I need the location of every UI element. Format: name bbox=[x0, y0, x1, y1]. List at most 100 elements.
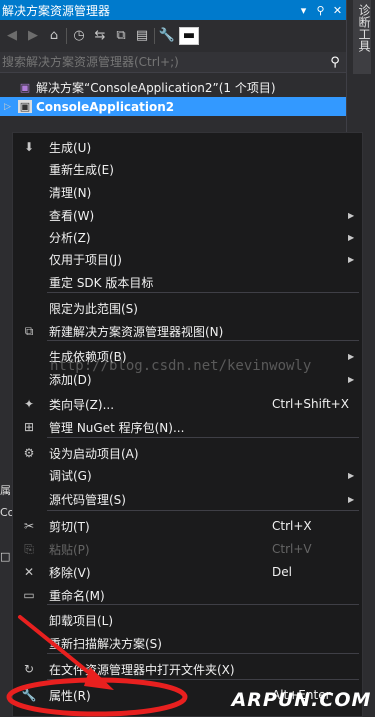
menu-item-label: 设为启动项目(A) bbox=[49, 446, 139, 461]
gear-icon: ⚙ bbox=[23, 446, 35, 460]
toolbar-separator bbox=[154, 28, 155, 44]
menu-item-label: 清理(N) bbox=[49, 185, 92, 200]
cut-icon: ✂ bbox=[23, 519, 35, 533]
menu-item[interactable]: ▭ 重命名(M) bbox=[13, 584, 362, 606]
menu-separator bbox=[47, 510, 359, 511]
menu-item[interactable]: 重新生成(E) bbox=[13, 158, 362, 180]
menu-item[interactable]: 调试(G) ▶ bbox=[13, 464, 362, 486]
menu-item: ⎘ 粘贴(P) Ctrl+V bbox=[13, 538, 362, 560]
back-icon[interactable]: ◀ bbox=[3, 27, 21, 45]
menu-item-label: 粘贴(P) bbox=[49, 542, 90, 557]
search-icon[interactable]: ⚲ bbox=[324, 55, 346, 70]
solution-label: 解决方案“ConsoleApplication2”(1 个项目) bbox=[36, 81, 276, 95]
preview-toggle-icon[interactable]: ▬ bbox=[179, 27, 199, 45]
menu-item-label: 属性(R) bbox=[49, 688, 91, 703]
menu-item[interactable]: 重定 SDK 版本目标 bbox=[13, 271, 362, 293]
properties-wrench-icon[interactable]: 🔧 bbox=[158, 27, 176, 45]
diagnostic-tools-tab[interactable]: 诊断工具 bbox=[353, 0, 371, 74]
menu-item-label: 重新生成(E) bbox=[49, 162, 114, 177]
menu-item-label: 卸载项目(L) bbox=[49, 613, 114, 628]
menu-item-shortcut: Ctrl+X bbox=[272, 519, 312, 533]
new-view-icon: ⧉ bbox=[24, 323, 34, 338]
forward-icon[interactable]: ▶ bbox=[24, 27, 42, 45]
sync-icon[interactable]: ⇆ bbox=[91, 27, 109, 45]
menu-item-label: 调试(G) bbox=[49, 468, 92, 483]
menu-item-label: 在文件资源管理器中打开文件夹(X) bbox=[49, 662, 235, 677]
paste-icon: ⎘ bbox=[24, 541, 34, 556]
menu-item[interactable]: ⚙ 设为启动项目(A) bbox=[13, 442, 362, 464]
search-input[interactable] bbox=[0, 55, 324, 69]
panel-titlebar: 解决方案资源管理器 ▾ ⚲ ✕ bbox=[0, 0, 346, 20]
submenu-arrow-icon: ▶ bbox=[348, 374, 355, 384]
menu-item-label: 仅用于项目(J) bbox=[49, 252, 122, 267]
rename-icon: ▭ bbox=[23, 588, 35, 602]
menu-item[interactable]: 源代码管理(S) ▶ bbox=[13, 488, 362, 510]
menu-item-label: 重定 SDK 版本目标 bbox=[49, 275, 154, 290]
menu-item-shortcut: Del bbox=[272, 565, 292, 579]
menu-item-label: 剪切(T) bbox=[49, 519, 90, 534]
collapse-all-icon[interactable]: ⧉ bbox=[112, 27, 130, 45]
menu-item[interactable]: 添加(D) ▶ bbox=[13, 368, 362, 390]
menu-item-label: 查看(W) bbox=[49, 208, 95, 223]
stub-text: □ bbox=[0, 550, 11, 563]
menu-item[interactable]: 查看(W) ▶ bbox=[13, 204, 362, 226]
menu-item[interactable]: 生成依赖项(B) ▶ bbox=[13, 345, 362, 367]
menu-item[interactable]: 清理(N) bbox=[13, 181, 362, 203]
explorer-toolbar: ◀ ▶ ⌂ ◷ ⇆ ⧉ ▤ 🔧 ▬ bbox=[0, 22, 346, 50]
menu-item-label: 限定为此范围(S) bbox=[49, 301, 138, 316]
menu-item-label: 添加(D) bbox=[49, 372, 92, 387]
stub-text: Co bbox=[0, 506, 15, 519]
menu-item[interactable]: ✕ 移除(V) Del bbox=[13, 561, 362, 583]
properties-icon: 🔧 bbox=[21, 688, 37, 702]
toolbar-separator bbox=[66, 28, 67, 44]
remove-icon: ✕ bbox=[23, 565, 35, 579]
dropdown-icon[interactable]: ▾ bbox=[295, 4, 312, 17]
menu-item-label: 新建解决方案资源管理器视图(N) bbox=[49, 324, 224, 339]
context-menu: ⬇ 生成(U) 重新生成(E) 清理(N) 查看(W) ▶ 分析(Z) ▶ 仅用于项目(J) ▶ 重… bbox=[12, 132, 363, 717]
home-icon[interactable]: ⌂ bbox=[45, 27, 63, 45]
menu-item[interactable]: 分析(Z) ▶ bbox=[13, 226, 362, 248]
panel-title: 解决方案资源管理器 bbox=[2, 3, 111, 18]
menu-item-label: 重新扫描解决方案(S) bbox=[49, 636, 162, 651]
expand-arrow-icon[interactable]: ▷ bbox=[4, 102, 14, 112]
menu-item[interactable]: 重新扫描解决方案(S) bbox=[13, 632, 362, 654]
solution-icon: ▣ bbox=[19, 81, 31, 94]
menu-item-shortcut: Ctrl+V bbox=[272, 542, 312, 556]
submenu-arrow-icon: ▶ bbox=[348, 470, 355, 480]
menu-item-label: 重命名(M) bbox=[49, 588, 105, 603]
menu-item[interactable]: ⬇ 生成(U) bbox=[13, 136, 362, 158]
build-icon: ⬇ bbox=[23, 140, 35, 154]
menu-item-label: 移除(V) bbox=[49, 565, 91, 580]
menu-item[interactable]: 限定为此范围(S) bbox=[13, 297, 362, 319]
menu-item-label: 分析(Z) bbox=[49, 230, 91, 245]
class-wizard-icon: ✦ bbox=[23, 397, 35, 411]
search-bar: ⚲ bbox=[0, 52, 346, 73]
menu-item-label: 类向导(Z)... bbox=[49, 397, 115, 412]
submenu-arrow-icon: ▶ bbox=[348, 351, 355, 361]
menu-item[interactable]: ⧉ 新建解决方案资源管理器视图(N) bbox=[13, 320, 362, 342]
pin-icon[interactable]: ⚲ bbox=[312, 4, 329, 17]
tree-row-project[interactable]: ▷ ▣ ConsoleApplication2 bbox=[0, 97, 346, 116]
close-icon[interactable]: ✕ bbox=[329, 4, 346, 17]
menu-item[interactable]: ✦ 类向导(Z)... Ctrl+Shift+X bbox=[13, 393, 362, 415]
submenu-arrow-icon: ▶ bbox=[348, 210, 355, 220]
menu-item-label: 生成依赖项(B) bbox=[49, 349, 127, 364]
stub-text: 属 bbox=[0, 484, 11, 497]
menu-item[interactable]: ↻ 在文件资源管理器中打开文件夹(X) bbox=[13, 658, 362, 680]
menu-item[interactable]: 卸载项目(L) bbox=[13, 609, 362, 631]
menu-item-label: 管理 NuGet 程序包(N)... bbox=[49, 420, 185, 435]
tree-row-solution[interactable]: ▣ 解决方案“ConsoleApplication2”(1 个项目) bbox=[0, 78, 346, 97]
menu-item-label: 生成(U) bbox=[49, 140, 92, 155]
submenu-arrow-icon: ▶ bbox=[348, 494, 355, 504]
submenu-arrow-icon: ▶ bbox=[348, 232, 355, 242]
project-label: ConsoleApplication2 bbox=[36, 99, 175, 114]
submenu-arrow-icon: ▶ bbox=[348, 254, 355, 264]
history-icon[interactable]: ◷ bbox=[70, 27, 88, 45]
stub-text bbox=[0, 524, 12, 546]
menu-item-label: 源代码管理(S) bbox=[49, 492, 126, 507]
menu-item[interactable]: ✂ 剪切(T) Ctrl+X bbox=[13, 515, 362, 537]
menu-item[interactable]: ⊞ 管理 NuGet 程序包(N)... bbox=[13, 416, 362, 438]
show-all-files-icon[interactable]: ▤ bbox=[133, 27, 151, 45]
menu-item[interactable]: 仅用于项目(J) ▶ bbox=[13, 248, 362, 270]
site-logo: ARPUN.COM bbox=[231, 689, 372, 711]
